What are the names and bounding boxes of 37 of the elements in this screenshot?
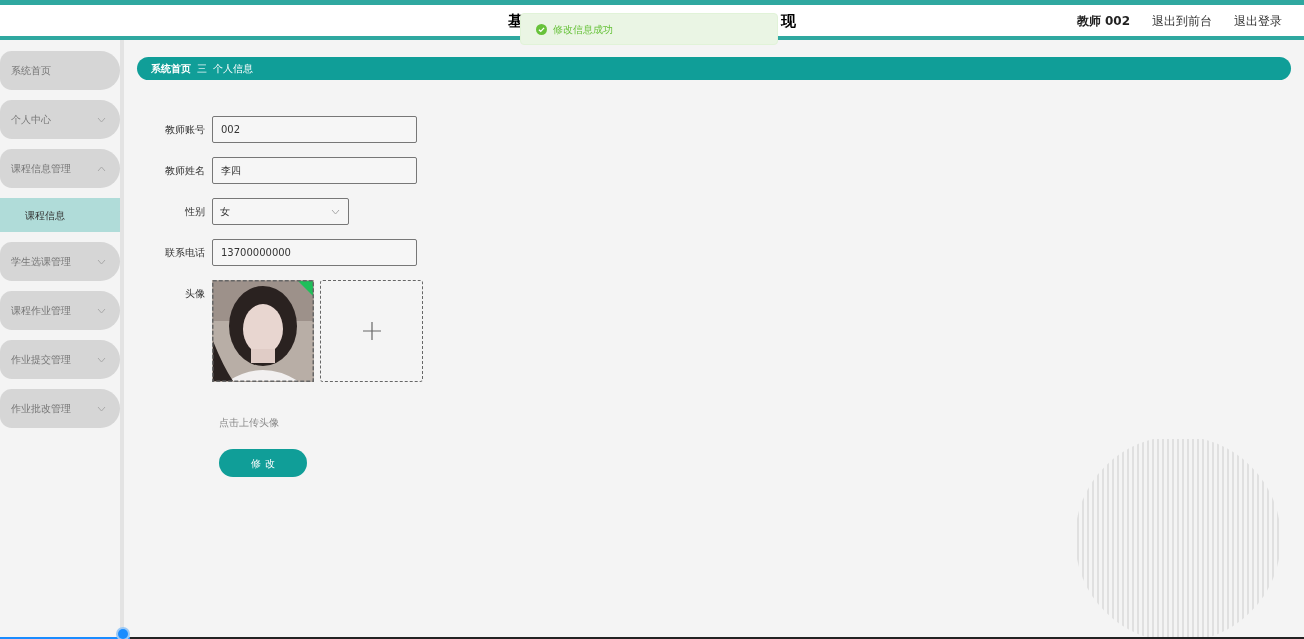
header-link[interactable]: 退出登录: [1234, 11, 1282, 30]
chevron-down-icon: [97, 405, 106, 412]
sidebar-item[interactable]: 作业批改管理: [0, 389, 120, 428]
upload-hint: 点击上传头像: [219, 417, 279, 428]
window-title: 现: [781, 11, 796, 32]
sidebar-item[interactable]: 系统首页: [0, 51, 120, 90]
field-label: 教师账号: [164, 123, 206, 137]
field-label: 联系电话: [164, 246, 206, 260]
breadcrumb-separator: 三: [197, 62, 207, 76]
input-field[interactable]: 李四: [212, 157, 417, 184]
sidebar-item[interactable]: 课程作业管理: [0, 291, 120, 330]
sidebar-item[interactable]: 个人中心: [0, 100, 120, 139]
chevron-down-icon: [97, 356, 106, 363]
breadcrumb-link[interactable]: 系统首页: [151, 61, 191, 76]
upload-button[interactable]: [320, 280, 423, 382]
chevron-down-icon: [97, 116, 106, 123]
breadcrumb-link[interactable]: 个人信息: [213, 61, 253, 76]
user-name: 教师 002: [1076, 12, 1130, 30]
toast-message: 修改信息成功: [553, 22, 613, 37]
field-label: 头像: [184, 287, 206, 301]
input-field[interactable]: 002: [212, 116, 417, 143]
field-label: 性别: [184, 205, 206, 219]
plus-icon: [362, 322, 381, 340]
header-link[interactable]: 退出到前台: [1152, 11, 1212, 30]
input-field[interactable]: 13700000000: [212, 239, 417, 266]
chevron-down-icon: [97, 258, 106, 265]
sidebar-item[interactable]: 学生选课管理: [0, 242, 120, 281]
check-circle-icon: [536, 23, 547, 35]
sidebar-item[interactable]: 作业提交管理: [0, 340, 120, 379]
chevron-down-icon: [331, 208, 340, 215]
sidebar-subitem[interactable]: 课程信息: [0, 198, 120, 232]
select-field[interactable]: 女: [212, 198, 349, 225]
sidebar-item[interactable]: 课程信息管理: [0, 149, 120, 188]
chevron-down-icon: [97, 307, 106, 314]
chevron-up-icon: [97, 165, 106, 172]
submit-button[interactable]: 修 改: [219, 449, 307, 477]
field-label: 教师姓名: [164, 164, 206, 178]
